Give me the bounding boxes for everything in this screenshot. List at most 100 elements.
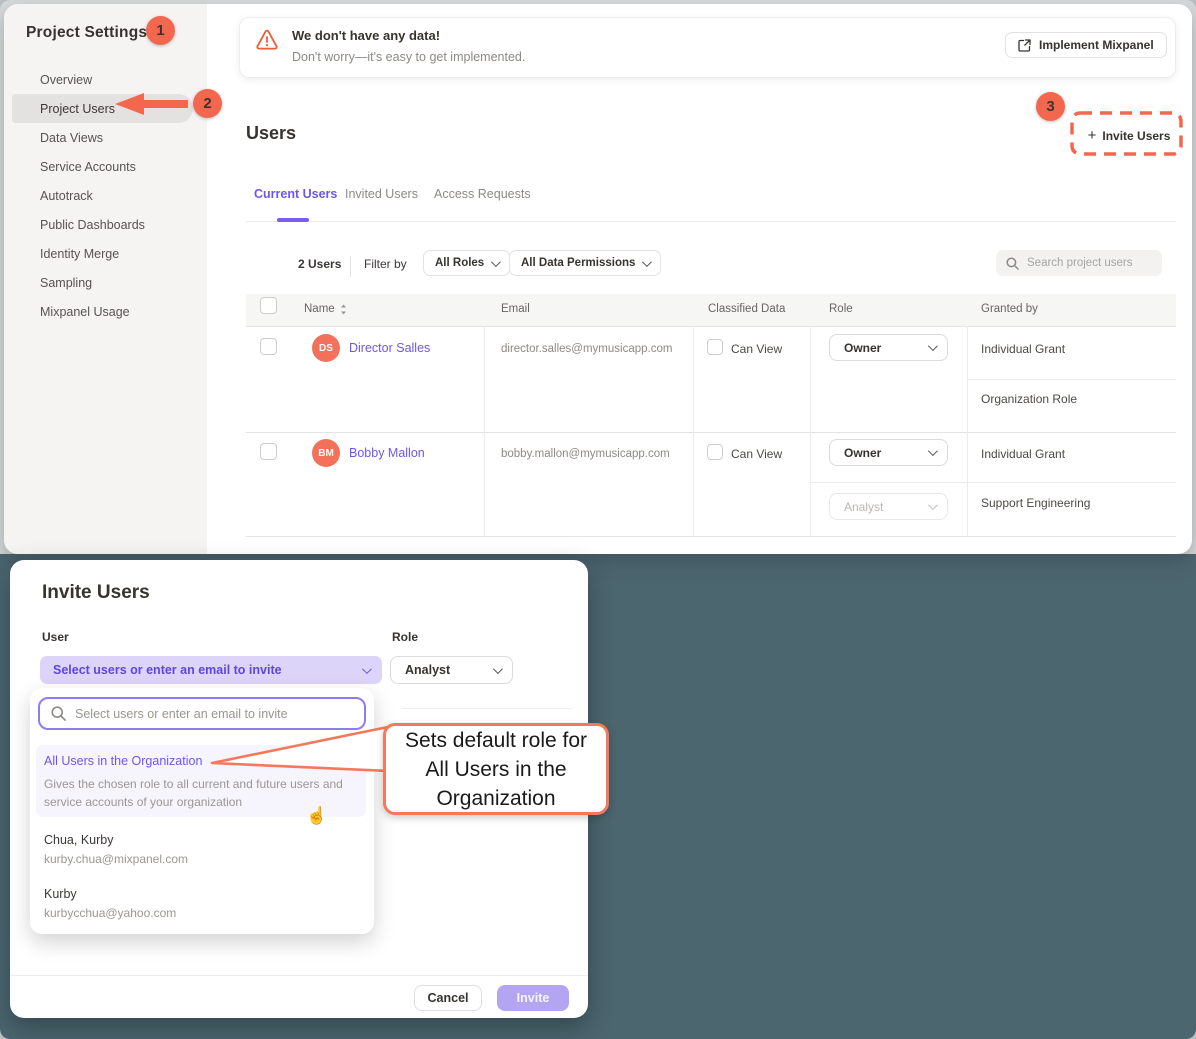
search-icon <box>51 706 66 721</box>
granted-by-value: Individual Grant <box>981 447 1065 461</box>
invite-button[interactable]: Invite <box>497 985 569 1011</box>
search-icon <box>1006 257 1019 270</box>
chevron-down-icon <box>928 500 938 510</box>
search-project-users-input[interactable] <box>1027 257 1152 269</box>
secondary-role-select[interactable]: Analyst <box>829 493 948 520</box>
row-checkbox[interactable] <box>260 443 277 460</box>
organization-role-link[interactable]: Organization Role <box>981 392 1077 406</box>
select-all-checkbox[interactable] <box>260 297 277 314</box>
active-tab-underline <box>277 218 309 222</box>
tab-access-requests[interactable]: Access Requests <box>434 187 531 201</box>
sidebar-item-sampling[interactable]: Sampling <box>4 268 207 297</box>
column-header-granted-by: Granted by <box>981 303 1038 315</box>
column-header-role: Role <box>829 303 853 315</box>
can-view-checkbox[interactable] <box>707 339 723 355</box>
plus-icon: + <box>1088 127 1097 144</box>
sidebar-item-autotrack[interactable]: Autotrack <box>4 181 207 210</box>
table-grid-line <box>246 536 1176 537</box>
granted-by-divider <box>967 379 1176 380</box>
user-name-link[interactable]: Director Salles <box>349 341 430 355</box>
implement-mixpanel-button[interactable]: Implement Mixpanel <box>1005 32 1167 58</box>
role-select[interactable]: Owner <box>829 439 948 466</box>
support-engineering-link[interactable]: Support Engineering <box>981 496 1090 510</box>
callout-text: Sets default role for All Users in the O… <box>394 726 598 813</box>
users-count: 2 Users <box>298 257 341 271</box>
step-1-badge: 1 <box>146 16 175 45</box>
sidebar-item-service-accounts[interactable]: Service Accounts <box>4 152 207 181</box>
all-users-org-link[interactable]: All Users in the Organization <box>44 754 202 768</box>
user-email: bobby.mallon@mymusicapp.com <box>501 448 670 460</box>
toolbar-separator <box>350 256 351 277</box>
banner-subtitle: Don't worry—it's easy to get implemented… <box>292 50 525 64</box>
hand-cursor-icon: ☝ <box>306 806 327 826</box>
roles-filter-button[interactable]: All Roles <box>423 250 510 276</box>
filter-by-label: Filter by <box>364 257 407 271</box>
row-checkbox[interactable] <box>260 338 277 355</box>
project-settings-window: Project Settings Overview Project Users … <box>4 4 1192 554</box>
table-column-line <box>484 326 485 536</box>
tabs-divider <box>246 221 1176 222</box>
table-column-line <box>693 326 694 536</box>
implement-mixpanel-label: Implement Mixpanel <box>1039 38 1154 52</box>
banner-title: We don't have any data! <box>292 28 440 43</box>
sidebar: Project Settings Overview Project Users … <box>4 4 207 554</box>
can-view-label: Can View <box>731 447 782 461</box>
step-2-badge: 2 <box>193 89 222 118</box>
modal-footer-divider <box>10 975 588 976</box>
role-select[interactable]: Owner <box>829 334 948 361</box>
can-view-checkbox[interactable] <box>707 444 723 460</box>
column-header-classified-data: Classified Data <box>708 303 785 315</box>
avatar: BM <box>312 439 340 467</box>
chevron-down-icon <box>362 664 372 674</box>
roles-filter-label: All Roles <box>435 257 484 269</box>
page-title: Users <box>246 123 296 144</box>
option-user-email: kurby.chua@mixpanel.com <box>44 852 188 866</box>
screenshot-page: Project Settings Overview Project Users … <box>0 0 1196 1039</box>
can-view-label: Can View <box>731 342 782 356</box>
permissions-filter-button[interactable]: All Data Permissions <box>509 250 661 276</box>
sidebar-item-mixpanel-usage[interactable]: Mixpanel Usage <box>4 297 207 326</box>
step-3-badge: 3 <box>1036 92 1065 121</box>
option-user-name[interactable]: Kurby <box>44 887 77 901</box>
granted-by-value: Individual Grant <box>981 342 1065 356</box>
chevron-down-icon <box>928 341 938 351</box>
tab-invited-users[interactable]: Invited Users <box>345 187 418 201</box>
sidebar-title: Project Settings <box>26 24 147 42</box>
annotation-arrow-icon <box>110 88 194 120</box>
option-user-name[interactable]: Chua, Kurby <box>44 833 113 847</box>
avatar: DS <box>312 334 340 362</box>
invite-users-button[interactable]: + Invite Users <box>1080 122 1178 149</box>
table-column-line <box>967 326 968 536</box>
sidebar-item-data-views[interactable]: Data Views <box>4 123 207 152</box>
tab-current-users[interactable]: Current Users <box>254 187 337 201</box>
table-grid-line <box>246 432 1176 433</box>
project-users-search <box>996 250 1162 276</box>
chevron-down-icon <box>491 257 501 267</box>
modal-divider <box>402 708 572 709</box>
cancel-button[interactable]: Cancel <box>414 985 482 1011</box>
permissions-filter-label: All Data Permissions <box>521 257 635 269</box>
external-link-icon <box>1018 39 1031 52</box>
column-header-name: Name <box>304 303 347 315</box>
chevron-down-icon <box>642 257 652 267</box>
table-grid-line <box>246 326 1176 327</box>
no-data-banner: We don't have any data! Don't worry—it's… <box>239 17 1176 78</box>
user-field-label: User <box>42 630 69 644</box>
invite-users-button-label: Invite Users <box>1102 129 1170 143</box>
granted-by-divider <box>810 482 1176 483</box>
warning-icon <box>255 29 279 51</box>
callout-bubble: Sets default role for All Users in the O… <box>383 723 609 815</box>
sort-icon[interactable] <box>340 304 347 315</box>
user-name-link[interactable]: Bobby Mallon <box>349 446 425 460</box>
role-field-label: Role <box>392 630 418 644</box>
chevron-down-icon <box>493 664 503 674</box>
sidebar-item-identity-merge[interactable]: Identity Merge <box>4 239 207 268</box>
user-select-dropdown[interactable]: Select users or enter an email to invite <box>40 656 382 684</box>
chevron-down-icon <box>928 446 938 456</box>
user-select-value: Select users or enter an email to invite <box>53 663 282 677</box>
sidebar-item-public-dashboards[interactable]: Public Dashboards <box>4 210 207 239</box>
modal-role-select[interactable]: Analyst <box>390 656 513 684</box>
option-user-email: kurbycchua@yahoo.com <box>44 906 176 920</box>
callout-tail <box>205 715 390 780</box>
table-column-line <box>810 326 811 536</box>
